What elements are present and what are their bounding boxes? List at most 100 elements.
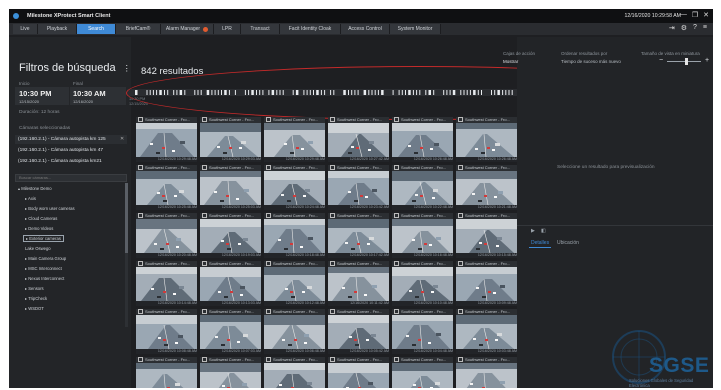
thumbnail-checkbox[interactable] bbox=[394, 357, 399, 363]
thumbnail-checkbox[interactable] bbox=[458, 261, 463, 267]
result-thumbnail[interactable]: Southwest Corner - Fro... 12/16/2020 10:1… bbox=[200, 213, 261, 259]
thumbnail-checkbox[interactable] bbox=[138, 309, 143, 315]
thumbnail-checkbox[interactable] bbox=[202, 309, 207, 315]
result-thumbnail[interactable]: Southwest Corner - Fro... 12/16/2020 10:1… bbox=[264, 213, 325, 259]
logout-icon[interactable]: ⇥ bbox=[669, 24, 675, 32]
result-thumbnail[interactable]: Southwest Corner - Fro... 12/16/2020 10:2… bbox=[392, 165, 453, 211]
maximize-button[interactable]: ❐ bbox=[692, 11, 698, 19]
result-thumbnail[interactable]: Southwest Corner - Fro... 12/16/2020 10:2… bbox=[136, 165, 197, 211]
size-minus-button[interactable]: − bbox=[659, 57, 663, 64]
tree-node-sensors[interactable]: ▸ Sensors bbox=[25, 286, 44, 291]
tree-node-msc-interconnect[interactable]: ▸ MSC Interconnect bbox=[25, 266, 62, 271]
filters-menu-icon[interactable]: ⋮ bbox=[123, 64, 131, 73]
result-thumbnail[interactable]: Southwest Corner - Fro... 12/16/2020 10:1… bbox=[136, 261, 197, 307]
tree-node-exterior-cameras[interactable]: ▸ Exterior cameras bbox=[23, 235, 64, 242]
thumbnail-checkbox[interactable] bbox=[458, 213, 463, 219]
sort-dropdown[interactable]: Tiempo de suceso más nuevo bbox=[561, 59, 621, 64]
tree-scrollbar-thumb[interactable] bbox=[125, 183, 128, 253]
result-thumbnail[interactable]: Southwest Corner - Fro...12/16/2020 10:0… bbox=[456, 309, 517, 355]
thumbnail-checkbox[interactable] bbox=[202, 261, 207, 267]
snapshot-icon[interactable]: ◧ bbox=[541, 228, 546, 234]
result-thumbnail[interactable]: Southwest Corner - Fro...12/16/2020 10:0… bbox=[264, 357, 325, 388]
camera-filter-input[interactable]: Buscar cámaras... bbox=[15, 174, 127, 182]
result-thumbnail[interactable]: Southwest Corner - Fro...12/16/2020 10:0… bbox=[200, 357, 261, 388]
tab-transact[interactable]: Transact bbox=[241, 24, 280, 34]
result-thumbnail[interactable]: Southwest Corner - Fro... 12/16/2020 10:1… bbox=[264, 261, 325, 307]
thumbnail-checkbox[interactable] bbox=[458, 309, 463, 315]
result-thumbnail[interactable]: Southwest Corner - Fro... 12/16/2020 10:1… bbox=[392, 261, 453, 307]
groupby-dropdown[interactable]: Mostrar bbox=[503, 59, 518, 64]
result-thumbnail[interactable]: Southwest Corner - Fro... 12/16/2020 10:2… bbox=[328, 165, 389, 211]
thumbnail-checkbox[interactable] bbox=[394, 117, 399, 123]
selected-camera-item[interactable]: (192.160.2.1) - Cámara autopista km21 bbox=[15, 157, 127, 166]
result-thumbnail[interactable]: Southwest Corner - Fro... 12/16/2020 10:1… bbox=[328, 213, 389, 259]
tree-node-tripcheck[interactable]: ▸ TripCheck bbox=[25, 296, 47, 301]
tree-node-main-camera-group[interactable]: ▸ Main Camera Group bbox=[25, 256, 66, 261]
thumbnail-checkbox[interactable] bbox=[266, 117, 271, 123]
thumbnail-checkbox[interactable] bbox=[330, 213, 335, 219]
tab-lpr[interactable]: LPR bbox=[214, 24, 241, 34]
tree-node-wsdot[interactable]: ▸ WSDOT bbox=[25, 306, 44, 311]
help-icon[interactable]: ? bbox=[693, 24, 697, 32]
result-thumbnail[interactable]: Southwest Corner - Fro...12/16/2020 10:0… bbox=[392, 309, 453, 355]
thumbnail-checkbox[interactable] bbox=[138, 117, 143, 123]
tree-node-milestone-demo[interactable]: ▴ Milestone Demo bbox=[18, 186, 52, 191]
tab-facit-identity-cloak[interactable]: Facit Identity Cloak bbox=[280, 24, 341, 34]
tree-node-demo-videos[interactable]: ▸ Demo Videos bbox=[25, 226, 53, 231]
play-icon[interactable]: ▶ bbox=[531, 228, 535, 234]
result-thumbnail[interactable]: Southwest Corner - Fro... 12/16/2020 10:2… bbox=[136, 213, 197, 259]
tree-node-nexus-interconnect[interactable]: ▸ Nexus Interconnect bbox=[25, 276, 64, 281]
result-thumbnail[interactable]: Southwest Corner - Fro... 12/16/2020 10:1… bbox=[392, 213, 453, 259]
thumbnail-checkbox[interactable] bbox=[202, 117, 207, 123]
result-thumbnail[interactable]: Southwest Corner - Fro...12/16/2020 10:0… bbox=[136, 309, 197, 355]
thumbnail-checkbox[interactable] bbox=[202, 213, 207, 219]
thumbnail-checkbox[interactable] bbox=[138, 213, 143, 219]
selected-camera-item[interactable]: (192.160.2.1) - Cámara autopista km 125 ✕ bbox=[15, 135, 127, 144]
minimize-button[interactable]: — bbox=[680, 11, 687, 19]
thumbnail-checkbox[interactable] bbox=[330, 309, 335, 315]
close-button[interactable]: ✕ bbox=[703, 11, 709, 19]
thumbnail-checkbox[interactable] bbox=[138, 357, 143, 363]
tab-live[interactable]: Live bbox=[13, 24, 38, 34]
thumbnail-size-slider[interactable] bbox=[667, 61, 701, 62]
thumbnail-checkbox[interactable] bbox=[458, 117, 463, 123]
result-thumbnail[interactable]: Southwest Corner - Fro...12/16/2020 10:0… bbox=[200, 309, 261, 355]
tree-node-cloud-cameras[interactable]: ▸ Cloud Cameras bbox=[25, 216, 57, 221]
thumbnail-checkbox[interactable] bbox=[330, 357, 335, 363]
result-thumbnail[interactable]: Southwest Corner - Fro...12/16/2020 10:0… bbox=[456, 261, 517, 307]
size-plus-button[interactable]: + bbox=[705, 57, 709, 64]
result-thumbnail[interactable]: Southwest Corner - Fro... 12/16/2020 10:2… bbox=[264, 117, 325, 163]
thumbnail-checkbox[interactable] bbox=[330, 165, 335, 171]
thumbnail-checkbox[interactable] bbox=[330, 261, 335, 267]
result-thumbnail[interactable]: Southwest Corner - Fro... 12/16/2020 10:2… bbox=[200, 165, 261, 211]
thumbnail-checkbox[interactable] bbox=[458, 165, 463, 171]
thumbnail-checkbox[interactable] bbox=[266, 213, 271, 219]
tab-location[interactable]: Ubicación bbox=[557, 240, 579, 246]
tab-details[interactable]: Detalles bbox=[531, 240, 549, 246]
thumbnail-checkbox[interactable] bbox=[394, 165, 399, 171]
result-thumbnail[interactable]: Southwest Corner - Fro...12/16/2020 09:5… bbox=[328, 357, 389, 388]
thumbnail-checkbox[interactable] bbox=[202, 357, 207, 363]
tab-search[interactable]: Search bbox=[77, 24, 116, 34]
result-thumbnail[interactable]: Southwest Corner - Fro...12/16/2020 09:5… bbox=[392, 357, 453, 388]
result-thumbnail[interactable]: Southwest Corner - Fro... 12/16/2020 10:2… bbox=[136, 117, 197, 163]
tab-access-control[interactable]: Access Control bbox=[341, 24, 390, 34]
settings-gear-icon[interactable]: ⚙ bbox=[681, 24, 687, 32]
result-thumbnail[interactable]: Southwest Corner - Fro...12/16/2020 10:0… bbox=[328, 309, 389, 355]
menu-icon[interactable]: ≡ bbox=[703, 24, 707, 32]
thumbnail-checkbox[interactable] bbox=[266, 309, 271, 315]
result-thumbnail[interactable]: Southwest Corner - Fro...12/16/2020 09:5… bbox=[456, 357, 517, 388]
result-thumbnail[interactable]: Southwest Corner - Fro... 12/16/2020 10:2… bbox=[264, 165, 325, 211]
thumbnail-checkbox[interactable] bbox=[138, 261, 143, 267]
thumbnail-checkbox[interactable] bbox=[202, 165, 207, 171]
result-thumbnail[interactable]: Southwest Corner - Fro... 12/16/2020 10:2… bbox=[456, 117, 517, 163]
result-thumbnail[interactable]: Southwest Corner - Fro... 12/16/2020 10:1… bbox=[328, 261, 389, 307]
result-thumbnail[interactable]: Southwest Corner - Fro... 12/16/2020 10:2… bbox=[328, 117, 389, 163]
result-thumbnail[interactable]: Southwest Corner - Fro... 12/16/2020 10:1… bbox=[200, 261, 261, 307]
thumbnail-checkbox[interactable] bbox=[266, 165, 271, 171]
tab-alarm-manager[interactable]: Alarm Manager bbox=[161, 24, 214, 34]
thumbnail-checkbox[interactable] bbox=[266, 261, 271, 267]
thumbnail-checkbox[interactable] bbox=[394, 309, 399, 315]
result-thumbnail[interactable]: Southwest Corner - Fro... 12/16/2020 10:2… bbox=[200, 117, 261, 163]
thumbnail-size-thumb[interactable] bbox=[685, 58, 688, 65]
